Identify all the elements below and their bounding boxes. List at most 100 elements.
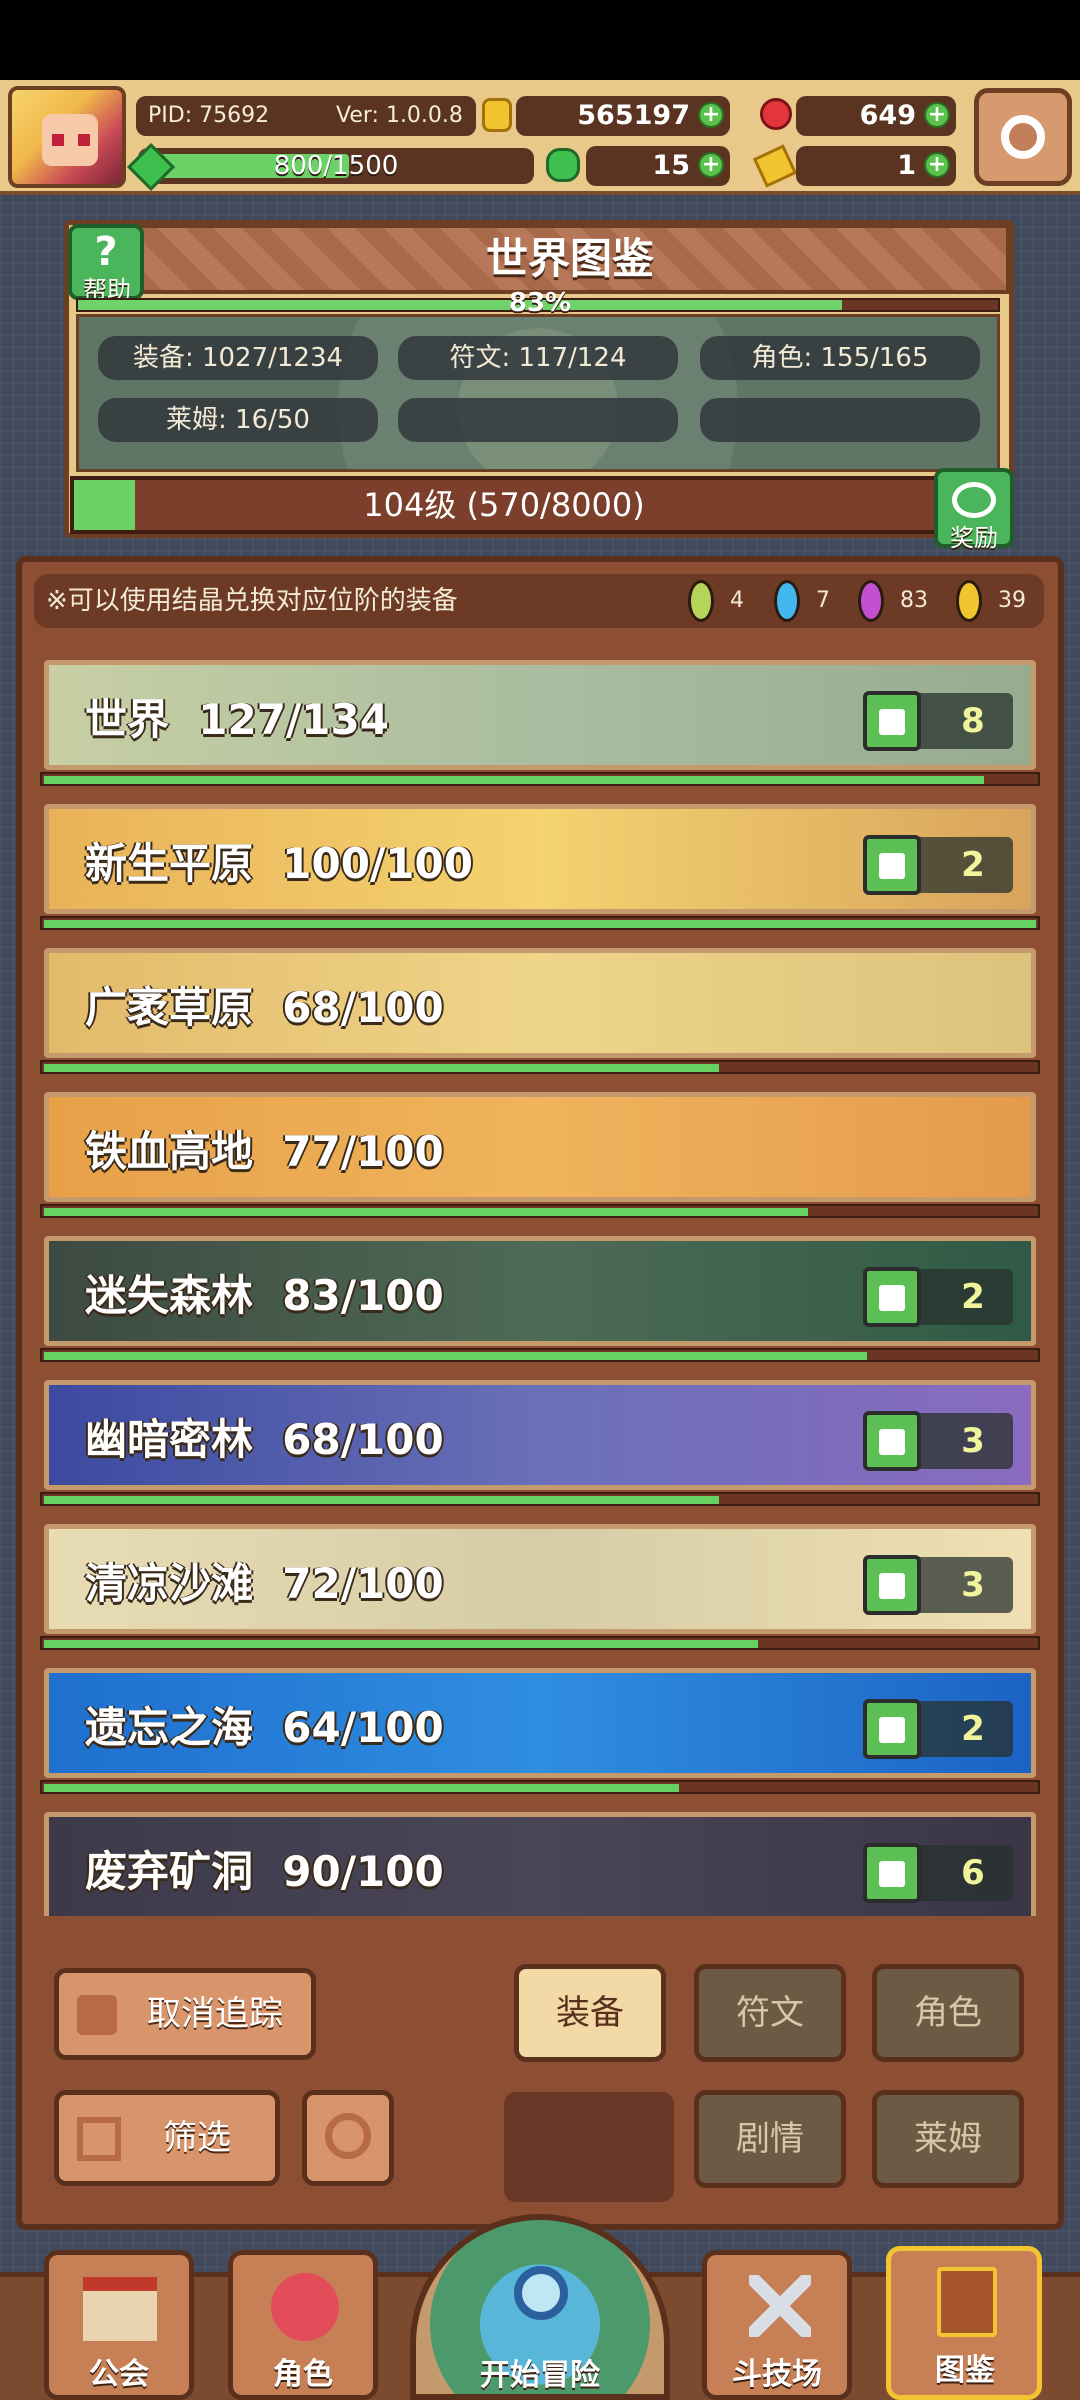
settings-button[interactable]	[974, 88, 1072, 186]
region-name: 遗忘之海 64/100	[85, 1703, 444, 1752]
gold-pill: 565197 +	[516, 96, 730, 136]
like-count: 2	[961, 845, 985, 885]
thumbs-up-icon	[879, 1285, 905, 1311]
tab-equipment[interactable]: 装备	[514, 1964, 666, 2062]
nav-character[interactable]: 角色	[228, 2250, 378, 2400]
like-badge: 8	[863, 691, 1013, 751]
gem-amount: 649	[859, 100, 916, 131]
region-card[interactable]: 铁血高地 77/100	[44, 1092, 1036, 1202]
crystal-notice: ※可以使用结晶兑换对应位阶的装备	[46, 586, 458, 616]
region-progress-bar	[40, 1348, 1040, 1362]
region-name: 清凉沙滩 72/100	[85, 1559, 444, 1608]
reset-filter-button[interactable]	[302, 2090, 394, 2186]
thumbs-up-icon	[879, 853, 905, 879]
nav-guild[interactable]: 公会	[44, 2250, 194, 2400]
like-button[interactable]	[863, 1843, 921, 1903]
scroll-pill: 1 +	[796, 146, 956, 186]
pid-text: PID: 75692	[148, 103, 270, 128]
region-list[interactable]: 世界 127/134 8 新生平原 100/100 2 广袤草原 68/100 铁血高地 …	[40, 660, 1040, 1916]
thumbs-up-icon	[879, 1429, 905, 1455]
region-progress-fill	[44, 920, 1036, 928]
player-avatar[interactable]	[8, 86, 126, 188]
tab-rune[interactable]: 符文	[694, 1964, 846, 2062]
like-button[interactable]	[863, 1555, 921, 1615]
like-button[interactable]	[863, 1411, 921, 1471]
region-row[interactable]: 废弃矿洞 90/100 6	[40, 1812, 1040, 1916]
nav-adventure-label: 开始冒险	[480, 2358, 600, 2393]
region-row[interactable]: 迷失森林 83/100 2	[40, 1236, 1040, 1366]
grid-filter-icon	[77, 2117, 121, 2161]
nav-codex[interactable]: 图鉴	[886, 2246, 1042, 2400]
region-row[interactable]: 幽暗密林 68/100 3	[40, 1380, 1040, 1510]
like-count: 3	[961, 1565, 985, 1605]
region-name: 新生平原 100/100	[85, 839, 473, 888]
region-card[interactable]: 世界 127/134 8	[44, 660, 1036, 770]
untrack-button[interactable]: 取消追踪	[54, 1968, 316, 2060]
region-progress-bar	[40, 1060, 1040, 1074]
tab-slime[interactable]: 莱姆	[872, 2090, 1024, 2188]
exp-text: 800/1500	[273, 151, 399, 181]
stat-equipment: 装备: 1027/1234	[98, 336, 378, 380]
thumbs-up-icon	[879, 1717, 905, 1743]
add-gem-icon[interactable]: +	[924, 102, 950, 128]
red-gem-icon	[760, 98, 792, 130]
completion-bar-fill	[78, 300, 842, 310]
stat-empty-1	[398, 398, 678, 442]
character-portrait-icon	[271, 2273, 339, 2341]
add-gold-icon[interactable]: +	[698, 102, 724, 128]
region-row[interactable]: 世界 127/134 8	[40, 660, 1040, 790]
region-row[interactable]: 清凉沙滩 72/100 3	[40, 1524, 1040, 1654]
region-progress-fill	[44, 1784, 679, 1792]
region-card[interactable]: 新生平原 100/100 2	[44, 804, 1036, 914]
region-progress-fill	[44, 1496, 719, 1504]
region-name: 迷失森林 83/100	[85, 1271, 444, 1320]
region-progress-fill	[44, 1064, 719, 1072]
filter-button[interactable]: 筛选	[54, 2090, 280, 2186]
region-row[interactable]: 遗忘之海 64/100 2	[40, 1668, 1040, 1798]
green-crystal-icon	[688, 580, 714, 622]
blue-crystal-icon	[774, 580, 800, 622]
like-button[interactable]	[863, 691, 921, 751]
region-card[interactable]: 清凉沙滩 72/100 3	[44, 1524, 1036, 1634]
region-progress-bar	[40, 772, 1040, 786]
region-card[interactable]: 广袤草原 68/100	[44, 948, 1036, 1058]
like-badge: 3	[863, 1555, 1013, 1615]
untrack-label: 取消追踪	[147, 1994, 283, 2034]
region-card[interactable]: 废弃矿洞 90/100 6	[44, 1812, 1036, 1916]
green-crystal-count: 4	[730, 588, 744, 613]
like-button[interactable]	[863, 1699, 921, 1759]
region-name: 幽暗密林 68/100	[85, 1415, 444, 1464]
tab-character[interactable]: 角色	[872, 1964, 1024, 2062]
region-card[interactable]: 遗忘之海 64/100 2	[44, 1668, 1036, 1778]
status-bar	[0, 0, 1080, 80]
region-progress-fill	[44, 1352, 867, 1360]
region-card[interactable]: 迷失森林 83/100 2	[44, 1236, 1036, 1346]
add-clover-icon[interactable]: +	[698, 152, 724, 178]
refresh-reward-icon	[952, 482, 996, 518]
nav-codex-label: 图鉴	[935, 2353, 995, 2388]
add-scroll-icon[interactable]: +	[924, 152, 950, 178]
nav-arena[interactable]: 斗技场	[702, 2250, 852, 2400]
tab-story[interactable]: 剧情	[694, 2090, 846, 2188]
like-badge: 2	[863, 1267, 1013, 1327]
pid-version-pill: PID: 75692 Ver: 1.0.0.8	[136, 96, 476, 136]
region-card[interactable]: 幽暗密林 68/100 3	[44, 1380, 1036, 1490]
thumbs-up-icon	[879, 1573, 905, 1599]
region-row[interactable]: 铁血高地 77/100	[40, 1092, 1040, 1222]
like-button[interactable]	[863, 835, 921, 895]
like-count: 8	[961, 701, 985, 741]
region-row[interactable]: 广袤草原 68/100	[40, 948, 1040, 1078]
reset-icon	[325, 2113, 371, 2159]
purple-crystal-icon	[858, 580, 884, 622]
stat-slime: 莱姆: 16/50	[98, 398, 378, 442]
empty-tab-slot	[504, 2092, 674, 2202]
like-badge: 2	[863, 835, 1013, 895]
like-button[interactable]	[863, 1267, 921, 1327]
gem-pill: 649 +	[796, 96, 956, 136]
blue-crystal-count: 7	[816, 588, 830, 613]
region-name: 铁血高地 77/100	[85, 1127, 444, 1176]
region-row[interactable]: 新生平原 100/100 2	[40, 804, 1040, 934]
gear-icon	[1001, 115, 1045, 159]
exp-bar: 800/1500	[138, 148, 534, 184]
gold-coin-icon	[482, 98, 512, 132]
